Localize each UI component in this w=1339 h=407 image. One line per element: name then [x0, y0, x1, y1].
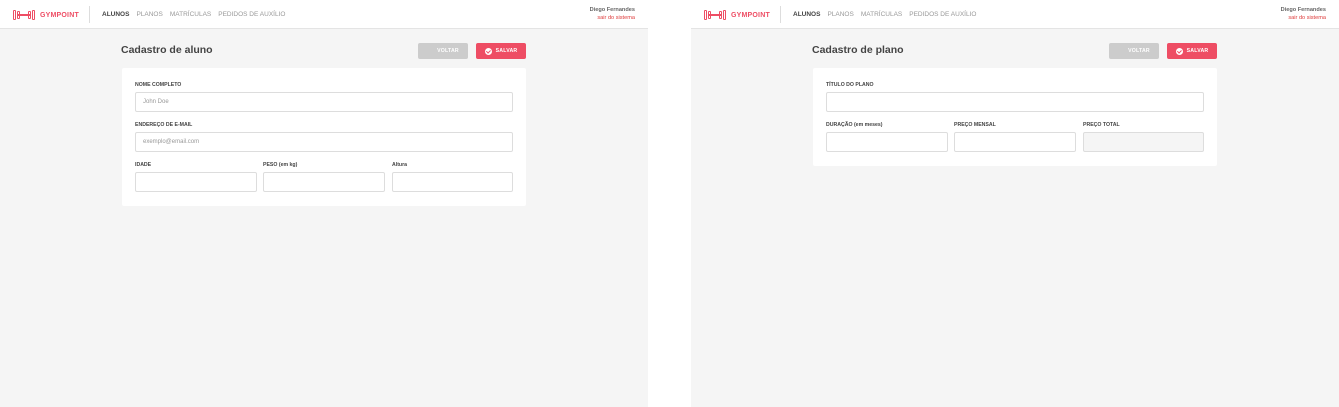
user-name: Diego Fernandes	[1280, 7, 1326, 13]
plan-title-input[interactable]	[826, 92, 1204, 112]
top-navigation-bar: GYMPOINT ALUNOS PLANOS MATRÍCULAS PEDIDO…	[0, 0, 648, 29]
plan-form-card: TÍTULO DO PLANO DURAÇÃO (em meses) PREÇO…	[813, 68, 1217, 166]
check-circle-icon	[1175, 47, 1183, 55]
weight-input[interactable]	[263, 172, 385, 192]
duration-input[interactable]	[826, 132, 948, 152]
page-title: Cadastro de aluno	[121, 44, 213, 56]
nav-item-planos[interactable]: PLANOS	[136, 11, 162, 18]
height-label: Altura	[392, 162, 407, 168]
plan-registration-screen: GYMPOINT ALUNOS PLANOS MATRÍCULAS PEDIDO…	[691, 0, 1339, 407]
nav-item-pedidos-de-auxilio[interactable]: PEDIDOS DE AUXÍLIO	[909, 11, 976, 18]
main-nav: ALUNOS PLANOS MATRÍCULAS PEDIDOS DE AUXÍ…	[102, 11, 285, 18]
monthly-price-input[interactable]	[954, 132, 1076, 152]
back-button[interactable]: VOLTAR	[1109, 43, 1159, 59]
nav-divider	[89, 6, 90, 23]
email-label: ENDEREÇO DE E-MAIL	[135, 122, 193, 128]
save-button[interactable]: SALVAR	[1167, 43, 1217, 59]
dumbbell-icon	[13, 10, 35, 20]
plan-title-label: TÍTULO DO PLANO	[826, 82, 874, 88]
check-circle-icon	[484, 47, 492, 55]
brand-name: GYMPOINT	[40, 11, 79, 19]
save-button-label: SALVAR	[495, 48, 518, 54]
save-button-label: SALVAR	[1186, 48, 1209, 54]
save-button[interactable]: SALVAR	[476, 43, 526, 59]
age-input[interactable]	[135, 172, 257, 192]
name-label: NOME COMPLETO	[135, 82, 182, 88]
page-title: Cadastro de plano	[812, 44, 904, 56]
user-menu: Diego Fernandes sair do sistema	[590, 7, 635, 21]
logout-link[interactable]: sair do sistema	[590, 15, 635, 21]
logout-link[interactable]: sair do sistema	[1281, 15, 1326, 21]
weight-label: PESO (em kg)	[263, 162, 298, 168]
total-price-input	[1083, 132, 1204, 152]
main-nav: ALUNOS PLANOS MATRÍCULAS PEDIDOS DE AUXÍ…	[793, 11, 976, 18]
total-price-label: PREÇO TOTAL	[1083, 122, 1120, 128]
duration-label: DURAÇÃO (em meses)	[826, 122, 883, 128]
back-button-label: VOLTAR	[437, 48, 459, 54]
brand-name: GYMPOINT	[731, 11, 770, 19]
nav-item-alunos[interactable]: ALUNOS	[102, 11, 129, 18]
top-navigation-bar: GYMPOINT ALUNOS PLANOS MATRÍCULAS PEDIDO…	[691, 0, 1339, 29]
monthly-price-label: PREÇO MENSAL	[954, 122, 996, 128]
brand-logo[interactable]: GYMPOINT	[13, 9, 79, 21]
back-button-label: VOLTAR	[1128, 48, 1150, 54]
student-registration-screen: GYMPOINT ALUNOS PLANOS MATRÍCULAS PEDIDO…	[0, 0, 648, 407]
nav-item-alunos[interactable]: ALUNOS	[793, 11, 820, 18]
email-input[interactable]: exemplo@email.com	[135, 132, 513, 152]
nav-item-pedidos-de-auxilio[interactable]: PEDIDOS DE AUXÍLIO	[218, 11, 285, 18]
height-input[interactable]	[392, 172, 513, 192]
nav-item-planos[interactable]: PLANOS	[827, 11, 853, 18]
user-menu: Diego Fernandes sair do sistema	[1281, 7, 1326, 21]
back-button[interactable]: VOLTAR	[418, 43, 468, 59]
age-label: IDADE	[135, 162, 152, 168]
nav-item-matriculas[interactable]: MATRÍCULAS	[861, 11, 902, 18]
dumbbell-icon	[704, 10, 726, 20]
brand-logo[interactable]: GYMPOINT	[704, 9, 770, 21]
student-form-card: NOME COMPLETO John Doe ENDEREÇO DE E-MAI…	[122, 68, 526, 206]
user-name: Diego Fernandes	[589, 7, 635, 13]
name-input[interactable]: John Doe	[135, 92, 513, 112]
nav-divider	[780, 6, 781, 23]
nav-item-matriculas[interactable]: MATRÍCULAS	[170, 11, 211, 18]
